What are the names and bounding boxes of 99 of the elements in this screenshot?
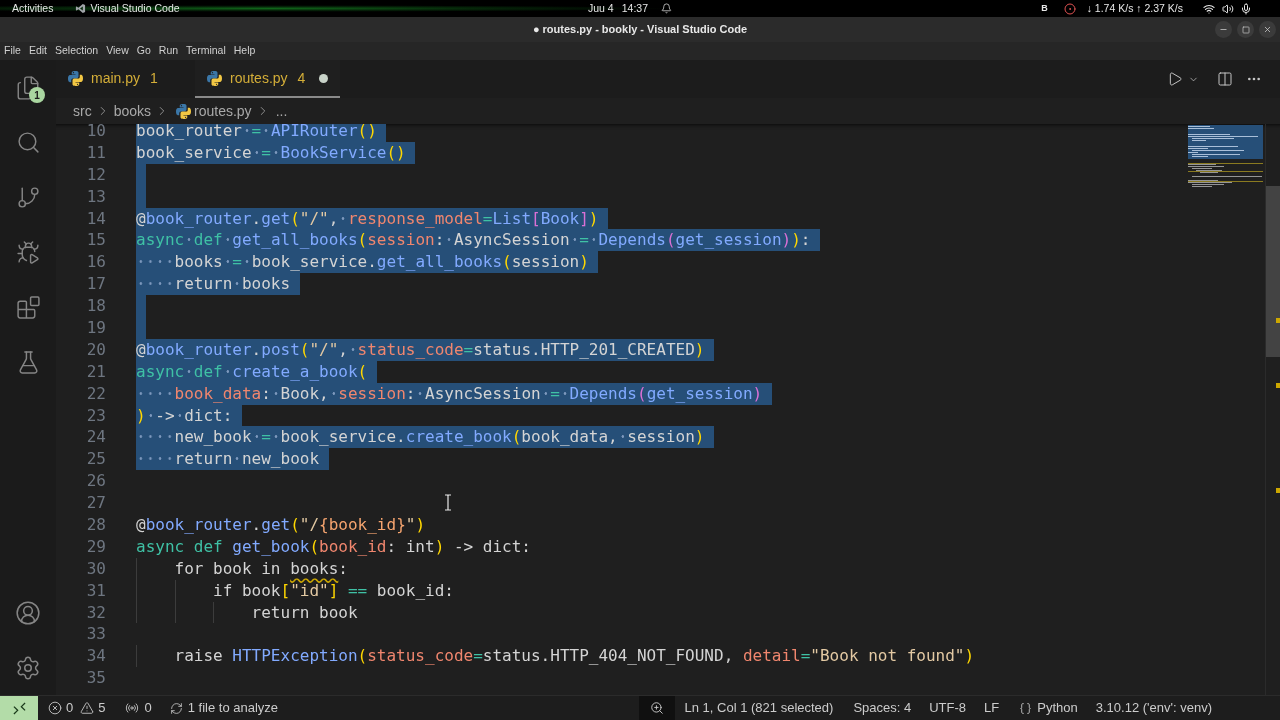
line-number: 26 bbox=[85, 470, 106, 493]
warning-mark-icon bbox=[1276, 318, 1280, 323]
line-number: 33 bbox=[85, 623, 106, 646]
line-number: 25 bbox=[85, 448, 106, 471]
analysis-status[interactable]: 1 file to analyze bbox=[161, 696, 287, 720]
menu-item[interactable]: Help bbox=[233, 43, 256, 59]
code-editor-logo-icon bbox=[75, 3, 87, 14]
line-number: 32 bbox=[85, 601, 106, 624]
close-icon bbox=[1263, 25, 1272, 34]
warning-mark-icon bbox=[1276, 383, 1280, 388]
bell-icon bbox=[661, 3, 672, 14]
line-number: 31 bbox=[85, 579, 106, 602]
menu-item[interactable]: View bbox=[106, 43, 129, 59]
menu-item[interactable]: Edit bbox=[28, 43, 47, 59]
encoding-setting[interactable]: UTF-8 bbox=[921, 696, 975, 720]
line-number: 21 bbox=[85, 360, 106, 383]
code-line: @book_router.get("/{book_id}") bbox=[136, 514, 426, 536]
line-number: 20 bbox=[85, 338, 106, 361]
circle-dot-icon[interactable] bbox=[1063, 2, 1076, 15]
account-icon[interactable] bbox=[15, 599, 41, 626]
line-number: 16 bbox=[85, 251, 106, 274]
line-number: 10 bbox=[85, 124, 106, 142]
code-line: if book["id"] == book_id: bbox=[136, 579, 454, 602]
problems-button[interactable]: 0 5 bbox=[40, 696, 114, 720]
extensions-icon[interactable] bbox=[15, 295, 41, 320]
explorer-count-badge: 1 bbox=[29, 87, 45, 103]
line-number: 15 bbox=[85, 229, 106, 252]
split-editor-icon[interactable] bbox=[1217, 71, 1233, 87]
menu-item[interactable]: Selection bbox=[55, 43, 99, 59]
remote-button[interactable] bbox=[0, 696, 38, 720]
braces-icon bbox=[1019, 701, 1033, 715]
line-number: 24 bbox=[85, 426, 106, 449]
code-line: return book bbox=[136, 601, 358, 624]
code-line: for book in books: bbox=[136, 557, 348, 580]
warning-mark-icon bbox=[1276, 488, 1280, 493]
python-icon bbox=[176, 103, 192, 119]
menu-item[interactable]: Run bbox=[158, 43, 179, 59]
line-number: 27 bbox=[85, 492, 106, 515]
menu-item[interactable]: File bbox=[4, 43, 21, 59]
breadcrumb-item[interactable]: books bbox=[113, 100, 152, 122]
search-icon[interactable] bbox=[15, 130, 41, 155]
python-icon bbox=[207, 70, 222, 86]
warning-icon bbox=[80, 701, 95, 715]
wifi-icon[interactable] bbox=[1203, 2, 1215, 15]
tray-indicator[interactable]: B bbox=[1041, 1, 1048, 16]
menu-item[interactable]: Terminal bbox=[186, 43, 226, 59]
line-number: 11 bbox=[85, 141, 106, 164]
app-menu-label[interactable]: Visual Studio Code bbox=[90, 0, 180, 17]
line-number: 30 bbox=[85, 557, 106, 580]
line-number: 22 bbox=[85, 382, 106, 405]
clock-time[interactable]: 14:37 bbox=[621, 0, 648, 17]
line-number: 13 bbox=[85, 185, 106, 208]
source-control-icon[interactable] bbox=[15, 185, 41, 210]
maximize-icon bbox=[1241, 25, 1250, 34]
interpreter-selector[interactable]: 3.10.12 ('env': venv) bbox=[1087, 696, 1220, 720]
volume-icon[interactable] bbox=[1222, 2, 1234, 15]
ports-button[interactable]: 0 bbox=[117, 696, 160, 720]
run-debug-icon[interactable] bbox=[15, 240, 41, 265]
line-number: 18 bbox=[85, 295, 106, 317]
zoom-in-icon bbox=[649, 701, 664, 715]
indentation-setting[interactable]: Spaces: 4 bbox=[845, 696, 920, 720]
line-number: 23 bbox=[85, 404, 106, 427]
explorer-icon[interactable] bbox=[15, 74, 41, 101]
scrollbar-thumb[interactable] bbox=[1266, 186, 1280, 357]
breadcrumb-item[interactable]: src bbox=[73, 100, 92, 122]
run-icon[interactable] bbox=[1167, 71, 1183, 87]
broadcast-icon bbox=[125, 701, 140, 715]
line-ending-setting[interactable]: LF bbox=[976, 696, 1008, 720]
microphone-icon[interactable] bbox=[1240, 2, 1252, 15]
code-line: async def get_book(book_id: int) -> dict: bbox=[136, 535, 531, 558]
menu-item[interactable]: Go bbox=[136, 43, 151, 59]
line-number: 34 bbox=[85, 645, 106, 668]
language-mode[interactable]: Python bbox=[1011, 696, 1086, 720]
settings-icon[interactable] bbox=[15, 654, 41, 681]
line-number: 14 bbox=[85, 207, 106, 230]
cursor-position[interactable]: Ln 1, Col 1 (821 selected) bbox=[676, 696, 842, 720]
line-number: 28 bbox=[85, 514, 106, 536]
line-number: 19 bbox=[85, 317, 106, 339]
zoom-button[interactable] bbox=[638, 696, 675, 720]
maximize-button[interactable] bbox=[1237, 21, 1254, 38]
line-number: 35 bbox=[85, 667, 106, 690]
breadcrumb-item[interactable]: ... bbox=[275, 100, 288, 122]
i-beam-cursor-icon bbox=[444, 494, 452, 511]
breadcrumb-item[interactable]: routes.py bbox=[194, 100, 252, 122]
clock-date[interactable]: Juu 4 bbox=[588, 0, 614, 17]
minimap[interactable] bbox=[1188, 125, 1263, 189]
line-number: 17 bbox=[85, 273, 106, 296]
code-line: raise HTTPException(status_code=status.HTTP_404_NOT_FOUND, detail="Book not found") bbox=[136, 645, 975, 668]
sync-icon bbox=[169, 701, 183, 715]
line-number: 29 bbox=[85, 535, 106, 558]
line-number: 12 bbox=[85, 163, 106, 186]
minimize-button[interactable] bbox=[1215, 21, 1232, 38]
activities-button[interactable]: Activities bbox=[12, 0, 54, 17]
network-speed: ↓ 1.74 K/s ↑ 2.37 K/s bbox=[1086, 0, 1183, 16]
python-icon bbox=[68, 70, 83, 86]
close-button[interactable] bbox=[1259, 21, 1276, 38]
window-title: ● routes.py - bookly - Visual Studio Code bbox=[532, 22, 748, 38]
remote-icon bbox=[12, 701, 26, 715]
error-icon bbox=[48, 701, 62, 715]
